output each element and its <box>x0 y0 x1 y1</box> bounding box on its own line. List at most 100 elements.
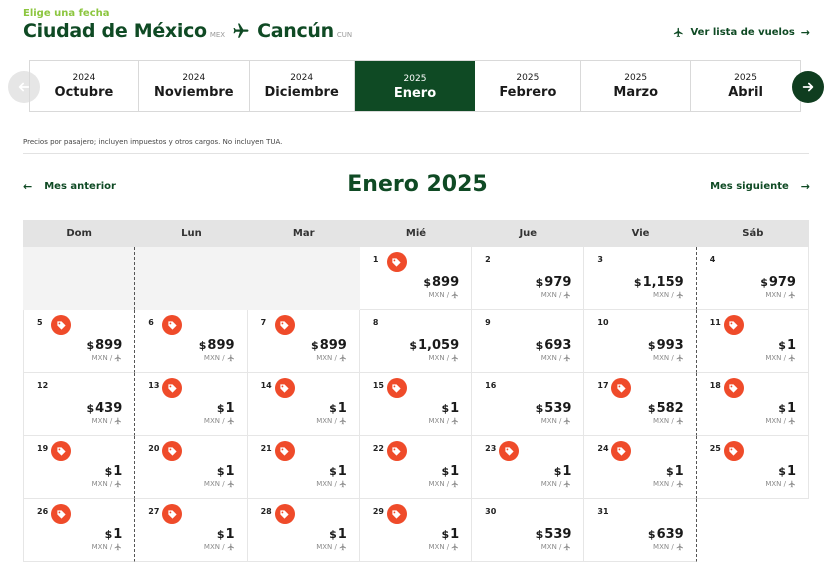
plane-icon <box>788 291 795 299</box>
currency-label: MXN / <box>203 480 225 488</box>
flights-list-link[interactable]: Ver lista de vuelos → <box>673 26 810 39</box>
day-price: $899 <box>423 275 459 290</box>
calendar-day[interactable]: 21 $1 MXN / <box>247 436 360 499</box>
calendar-day[interactable]: 22 $1 MXN / <box>359 436 473 499</box>
calendar-day[interactable]: 9 $693 MXN / <box>472 310 585 373</box>
calendar-day[interactable]: 7 $899 MXN / <box>247 310 360 373</box>
calendar-day[interactable]: 6 $899 MXN / <box>135 310 248 373</box>
currency-symbol: $ <box>329 465 337 478</box>
price-amount: 1 <box>225 464 235 479</box>
calendar-day[interactable]: 25 $1 MXN / <box>696 436 809 499</box>
page-subtitle: Elige una fecha <box>23 8 110 19</box>
day-number: 23 <box>485 444 497 453</box>
calendar-day[interactable]: 20 $1 MXN / <box>135 436 248 499</box>
calendar-day[interactable]: 27 $1 MXN / <box>135 499 248 562</box>
month-tab[interactable]: 2025 Abril <box>691 61 801 111</box>
price-meta: MXN / <box>765 291 796 299</box>
price-meta: MXN / <box>204 417 235 425</box>
calendar-day[interactable]: 10 $993 MXN / <box>584 310 697 373</box>
day-price: $639 <box>648 527 684 542</box>
currency-label: MXN / <box>765 354 786 362</box>
plane-icon <box>676 543 683 551</box>
plane-icon <box>788 417 795 425</box>
calendar-day[interactable]: 26 $1 MXN / <box>23 499 136 562</box>
calendar-day[interactable]: 5 $899 MXN / <box>23 310 136 373</box>
calendar-day[interactable]: 13 $1 MXN / <box>135 373 248 436</box>
calendar-day[interactable]: 14 $1 MXN / <box>247 373 360 436</box>
next-month-link[interactable]: Mes siguiente → <box>710 180 810 193</box>
currency-symbol: $ <box>216 528 225 541</box>
calendar-day[interactable]: 28 $1 MXN / <box>247 499 360 562</box>
day-price: $993 <box>648 338 684 353</box>
month-tab[interactable]: 2024 Noviembre <box>139 61 250 111</box>
month-tab[interactable]: 2025 Febrero <box>475 61 582 111</box>
currency-symbol: $ <box>329 528 337 541</box>
calendar-day[interactable]: 15 $1 MXN / <box>359 373 473 436</box>
month-tab[interactable]: 2024 Octubre <box>30 61 139 111</box>
price-note: Precios por pasajero; incluyen impuestos… <box>23 138 283 146</box>
calendar-day[interactable]: 4 $979 MXN / <box>696 247 809 310</box>
price-meta: MXN / <box>653 543 684 551</box>
price-tag-icon <box>56 446 66 456</box>
plane-icon <box>451 291 459 299</box>
currency-label: MXN / <box>653 354 674 362</box>
calendar-day[interactable]: 19 $1 MXN / <box>23 436 136 499</box>
calendar-day[interactable]: 3 $1,159 MXN / <box>584 247 697 310</box>
month-tab[interactable]: 2024 Diciembre <box>250 61 355 111</box>
calendar-day[interactable]: 12 $439 MXN / <box>23 373 136 436</box>
currency-label: MXN / <box>428 417 450 425</box>
currency-label: MXN / <box>428 543 450 551</box>
month-tab[interactable]: 2025 Marzo <box>581 61 692 111</box>
currency-label: MXN / <box>428 291 450 299</box>
calendar-day[interactable]: 1 $899 MXN / <box>359 247 473 310</box>
month-tabs: 2024 Octubre 2024 Noviembre 2024 Diciembre 202… <box>29 60 801 112</box>
calendar-day[interactable]: 31 $639 MXN / <box>584 499 697 562</box>
currency-label: MXN / <box>765 291 786 299</box>
plane-icon <box>227 480 234 488</box>
calendar-day[interactable]: 11 $1 MXN / <box>696 310 809 373</box>
calendar-day[interactable]: 8 $1,059 MXN / <box>359 310 473 373</box>
day-price: $1 <box>217 401 235 416</box>
deal-badge <box>386 252 407 272</box>
price-meta: MXN / <box>653 291 684 299</box>
day-price: $1,059 <box>409 338 459 353</box>
day-price: $1 <box>329 401 347 416</box>
month-tab-name: Abril <box>728 84 763 100</box>
day-price: $1 <box>554 464 572 479</box>
deal-badge <box>51 441 71 461</box>
day-price: $899 <box>86 338 122 353</box>
calendar-day[interactable]: 29 $1 MXN / <box>359 499 473 562</box>
price-meta: MXN / <box>765 480 796 488</box>
calendar-day[interactable]: 16 $539 MXN / <box>472 373 585 436</box>
price-tag-icon <box>168 509 177 519</box>
price-tag-icon <box>505 446 514 456</box>
plane-icon <box>114 480 122 488</box>
arrow-right-icon: → <box>800 26 810 39</box>
month-tab[interactable]: 2025 Enero <box>354 61 476 111</box>
price-amount: 899 <box>207 338 235 353</box>
next-month-label: Mes siguiente <box>710 181 789 192</box>
day-price: $979 <box>536 275 572 290</box>
arrow-right-icon <box>802 82 814 92</box>
price-tag-icon <box>280 383 289 393</box>
deal-badge <box>723 378 744 398</box>
calendar-day[interactable]: 17 $582 MXN / <box>584 373 697 436</box>
currency-symbol: $ <box>216 465 225 478</box>
day-number: 27 <box>148 507 160 516</box>
price-amount: 693 <box>544 338 572 353</box>
deal-badge <box>386 378 407 398</box>
deal-badge <box>386 504 407 524</box>
price-amount: 1 <box>450 464 460 479</box>
calendar-day[interactable]: 24 $1 MXN / <box>584 436 697 499</box>
price-meta: MXN / <box>765 354 796 362</box>
price-meta: MXN / <box>92 354 123 362</box>
calendar-day[interactable]: 30 $539 MXN / <box>472 499 585 562</box>
plane-icon <box>676 291 683 299</box>
currency-symbol: $ <box>216 402 225 415</box>
calendar-day[interactable]: 23 $1 MXN / <box>472 436 585 499</box>
calendar-day[interactable]: 2 $979 MXN / <box>472 247 585 310</box>
calendar-day[interactable]: 18 $1 MXN / <box>696 373 809 436</box>
price-amount: 899 <box>432 275 460 290</box>
carousel-next-button[interactable] <box>792 71 824 103</box>
plane-icon <box>674 27 684 38</box>
